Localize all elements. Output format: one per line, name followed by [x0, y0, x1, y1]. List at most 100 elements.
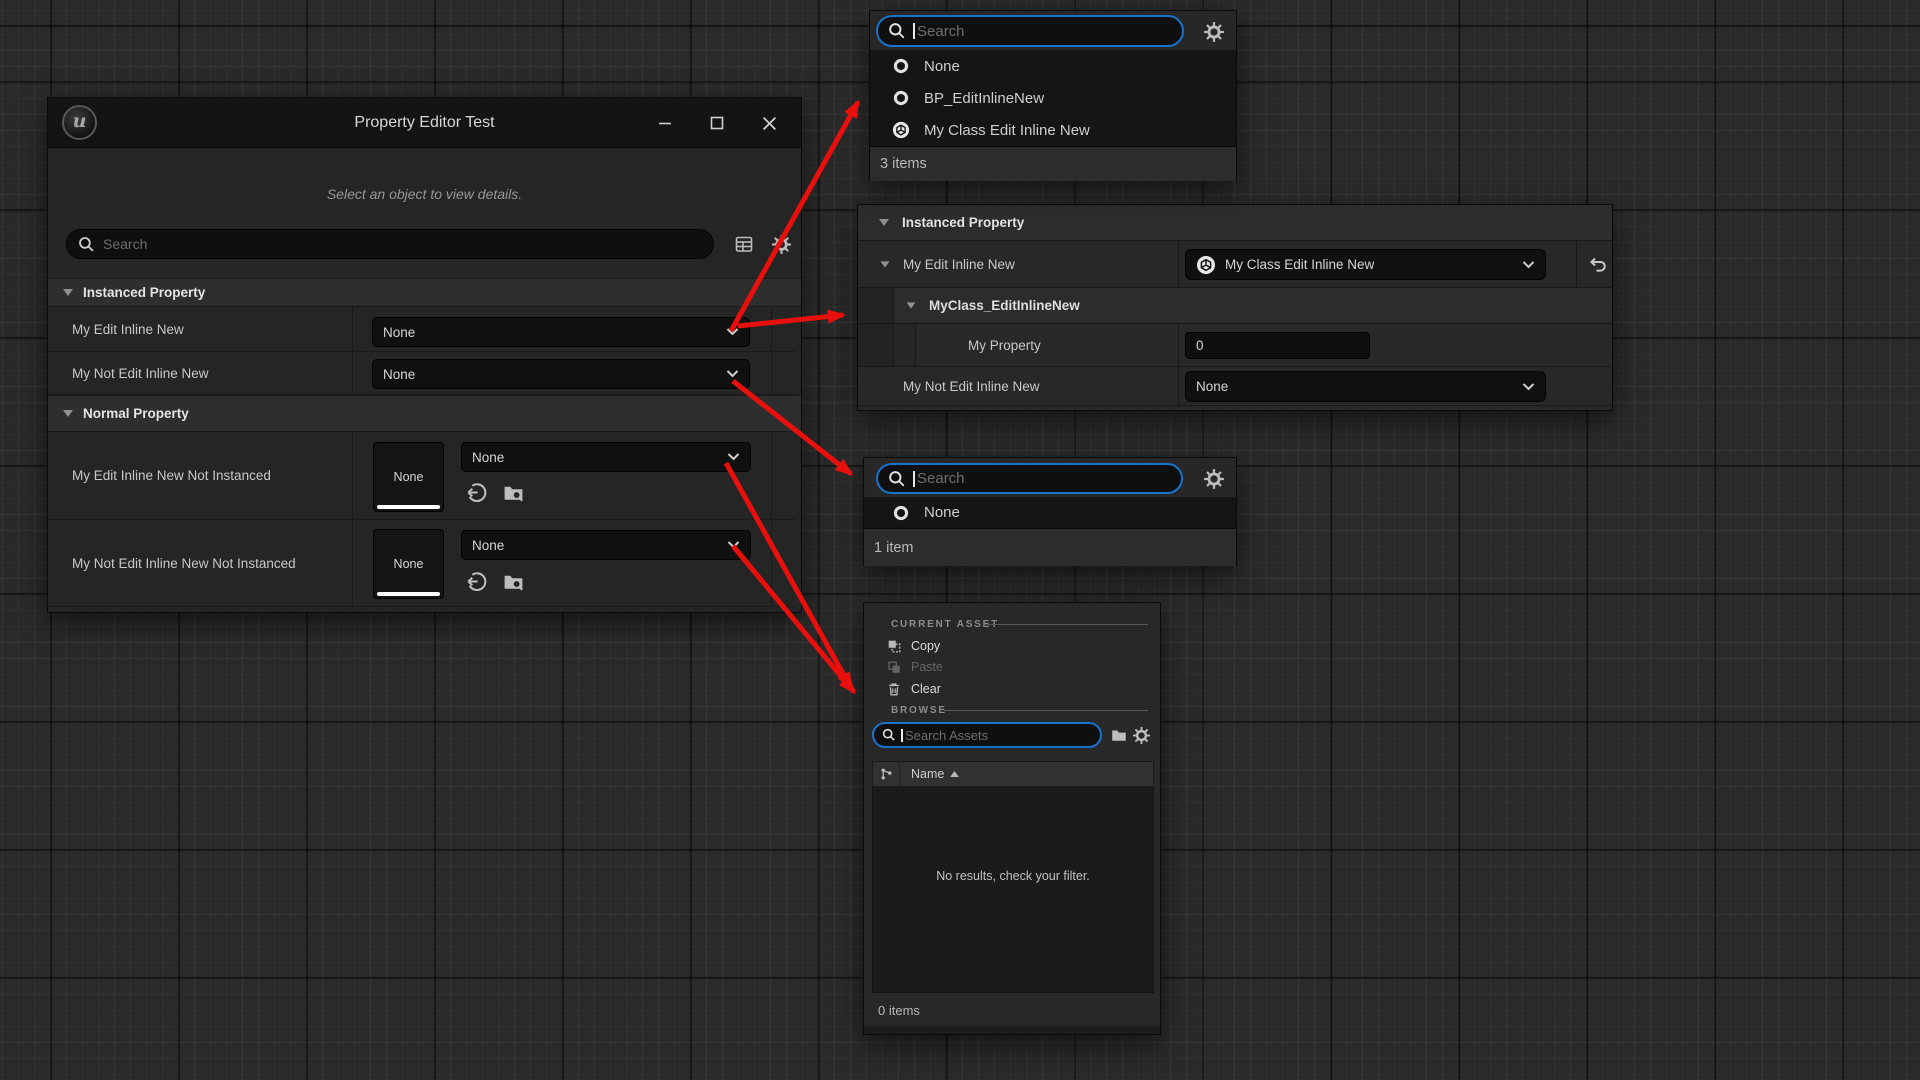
class-picker-footer: 3 items — [870, 146, 1236, 181]
asset-view-settings-button[interactable] — [1130, 724, 1152, 746]
none-class-icon — [892, 504, 910, 522]
chevron-down-icon — [1522, 383, 1535, 391]
blueprint-class-icon — [892, 89, 910, 107]
sort-ascending-icon — [950, 771, 959, 777]
class-picker-settings-button[interactable] — [1201, 466, 1227, 492]
search-icon — [78, 236, 95, 253]
chevron-down-icon — [727, 541, 740, 549]
column-settings-button[interactable] — [873, 762, 900, 786]
section-instanced-property[interactable]: Instanced Property — [858, 205, 1612, 241]
my-edit-inline-new-not-instanced-dropdown[interactable]: None — [461, 442, 751, 472]
empty-results-text: No results, check your filter. — [936, 869, 1090, 883]
collapse-arrow-icon — [879, 219, 889, 226]
trash-icon — [886, 681, 902, 697]
my-not-edit-inline-new-dropdown[interactable]: None — [1185, 371, 1546, 402]
property-row: My Not Edit Inline New Not Instanced Non… — [48, 520, 796, 607]
chevron-down-icon — [727, 453, 740, 461]
name-column-header[interactable]: Name — [911, 767, 944, 781]
minimize-button[interactable] — [639, 98, 691, 148]
blueprint-grid-canvas: u Property Editor Test Select an object … — [0, 0, 1920, 1080]
asset-count: 0 items — [878, 1003, 920, 1018]
maximize-icon — [710, 116, 724, 130]
display-options-button[interactable] — [732, 232, 756, 256]
asset-search-field[interactable] — [872, 722, 1102, 748]
my-not-edit-inline-new-not-instanced-dropdown[interactable]: None — [461, 530, 751, 560]
use-selected-asset-button[interactable] — [463, 568, 489, 594]
browse-to-asset-button[interactable] — [500, 479, 526, 505]
native-class-icon — [1196, 255, 1216, 275]
folder-search-icon — [502, 570, 525, 593]
expand-arrow-icon[interactable] — [881, 261, 890, 267]
chevron-down-icon — [726, 328, 739, 336]
close-icon — [762, 116, 777, 131]
class-option-none[interactable]: None — [870, 50, 1236, 82]
search-icon — [888, 22, 906, 40]
gear-icon — [771, 234, 792, 255]
subobject-header-row[interactable]: MyClass_EditInlineNew — [858, 288, 1612, 324]
my-not-edit-inline-new-dropdown[interactable]: None — [372, 359, 750, 389]
maximize-button[interactable] — [691, 98, 743, 148]
search-input[interactable] — [103, 236, 713, 252]
paste-menu-item[interactable]: Paste — [864, 656, 1160, 678]
section-normal-property[interactable]: Normal Property — [48, 395, 801, 432]
asset-list-body: No results, check your filter. — [872, 787, 1154, 993]
gear-icon — [1203, 468, 1225, 490]
property-label: My Not Edit Inline New — [72, 366, 209, 381]
my-edit-inline-new-dropdown[interactable]: My Class Edit Inline New — [1185, 249, 1546, 280]
window-titlebar[interactable]: u Property Editor Test — [48, 98, 801, 148]
property-row: My Edit Inline New None — [48, 307, 796, 352]
asset-list: Name No results, check your filter. — [872, 761, 1154, 993]
my-property-number-field[interactable]: 0 — [1185, 332, 1370, 359]
browse-to-asset-button[interactable] — [500, 568, 526, 594]
property-row: My Edit Inline New Not Instanced None No… — [48, 432, 796, 520]
use-selected-asset-button[interactable] — [463, 479, 489, 505]
asset-list-header: Name — [872, 761, 1154, 787]
settings-button[interactable] — [769, 232, 793, 256]
search-icon — [882, 728, 896, 742]
property-label: My Edit Inline New — [72, 322, 184, 337]
copy-icon — [886, 638, 902, 654]
table-view-icon — [734, 234, 754, 254]
asset-picker-popup: CURRENT ASSET Copy Paste Clear BROWSE — [863, 602, 1161, 1035]
my-edit-inline-new-dropdown[interactable]: None — [372, 317, 750, 347]
class-search-input[interactable] — [917, 470, 1181, 487]
details-hint-text: Select an object to view details. — [48, 186, 801, 202]
hierarchy-icon — [879, 767, 894, 782]
minimize-icon — [658, 116, 672, 130]
class-picker-settings-button[interactable] — [1201, 19, 1227, 45]
class-option-bp-editinlinenew[interactable]: BP_EditInlineNew — [870, 82, 1236, 114]
class-option-none[interactable]: None — [864, 497, 1236, 528]
property-label: My Not Edit Inline New Not Instanced — [72, 556, 296, 571]
property-label: My Edit Inline New Not Instanced — [72, 468, 271, 483]
class-picker-search-field[interactable] — [876, 15, 1184, 47]
paste-icon — [886, 659, 902, 675]
asset-thumbnail[interactable]: None — [373, 529, 444, 599]
copy-menu-item[interactable]: Copy — [864, 635, 1160, 657]
class-option-my-class-edit-inline-new[interactable]: My Class Edit Inline New — [870, 114, 1236, 146]
property-row: My Not Edit Inline New None — [858, 367, 1612, 406]
asset-thumbnail[interactable]: None — [373, 442, 444, 512]
details-search-field[interactable] — [66, 229, 714, 259]
clear-menu-item[interactable]: Clear — [864, 678, 1160, 700]
class-search-input[interactable] — [917, 23, 1182, 40]
close-button[interactable] — [743, 98, 795, 148]
gear-icon — [1203, 21, 1225, 43]
asset-search-input[interactable] — [905, 728, 1100, 743]
section-instanced-property[interactable]: Instanced Property — [48, 278, 801, 307]
native-class-icon — [892, 121, 910, 139]
property-label: My Edit Inline New — [903, 257, 1015, 272]
browse-heading: BROWSE — [891, 705, 947, 716]
text-caret — [901, 729, 903, 742]
reset-to-default-button[interactable] — [1583, 250, 1611, 278]
class-picker-search-field[interactable] — [876, 463, 1183, 494]
details-panel-expanded: Instanced Property My Edit Inline New My… — [857, 204, 1613, 411]
collapse-arrow-icon — [63, 289, 73, 296]
chevron-down-icon — [726, 370, 739, 378]
text-caret — [913, 471, 915, 487]
class-picker-popup: None BP_EditInlineNew My Class Edit Inli… — [869, 10, 1237, 181]
use-selected-icon — [465, 570, 488, 593]
property-row: My Edit Inline New My Class Edit Inline … — [858, 241, 1612, 288]
path-picker-button[interactable] — [1108, 724, 1130, 746]
property-row: My Not Edit Inline New None — [48, 352, 796, 395]
property-label: My Not Edit Inline New — [903, 379, 1040, 394]
